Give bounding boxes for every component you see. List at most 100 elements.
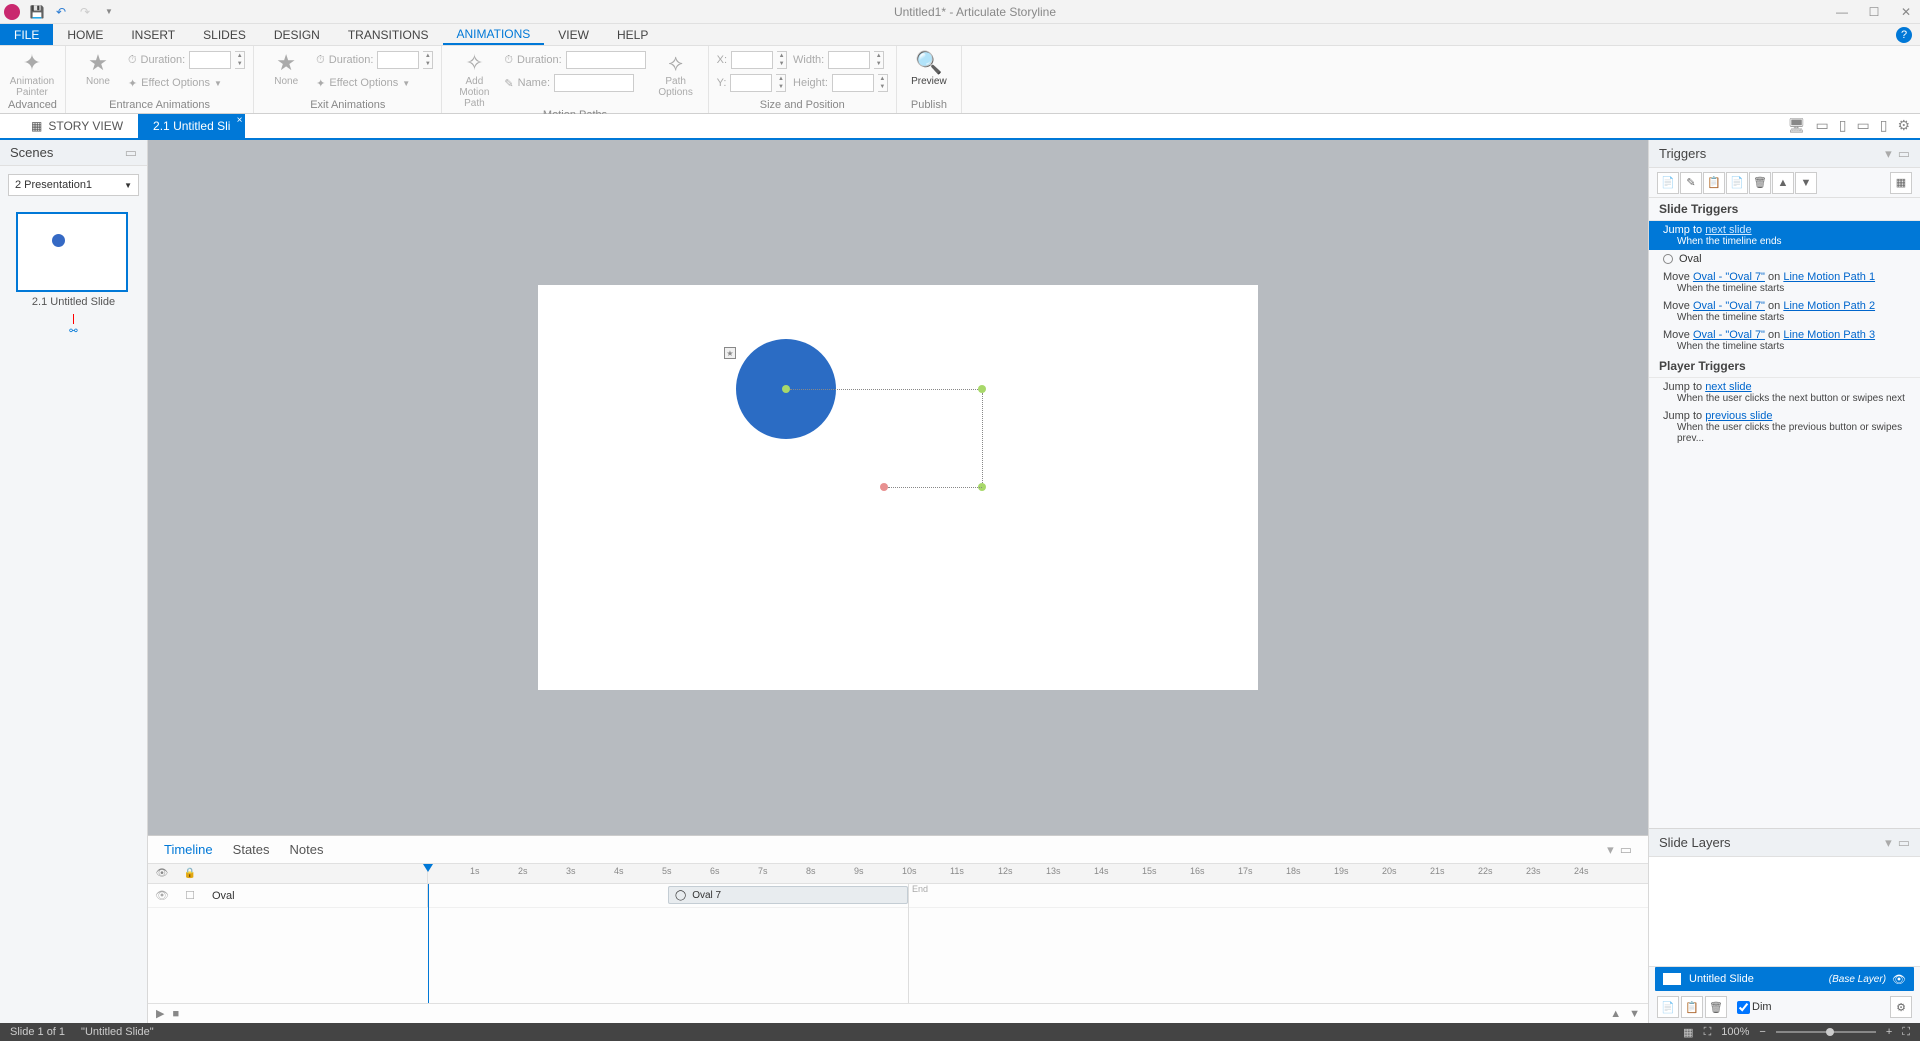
add-motion-path-button[interactable]: ✧ Add Motion Path [450,50,498,109]
exit-duration-input[interactable] [377,51,419,69]
paste-trigger-button[interactable]: 📄 [1726,172,1748,194]
trigger-object-oval[interactable]: Oval [1649,250,1920,268]
settings-icon[interactable]: ⚙ [1897,117,1910,134]
menu-view[interactable]: VIEW [544,24,603,45]
timeline-menu-icon[interactable]: ▾ [1607,842,1614,858]
zoom-in-button[interactable]: + [1886,1026,1892,1038]
motion-path-2[interactable] [982,393,983,485]
motion-name-input[interactable] [554,74,634,92]
slide-tab[interactable]: 2.1 Untitled Sli × [138,114,245,138]
motion-path-3[interactable] [888,487,982,488]
oval-link[interactable]: Oval - "Oval 7" [1693,271,1765,283]
lock-column-icon[interactable]: 🔒 [176,868,204,879]
preview-button[interactable]: 🔍 Preview [905,50,953,87]
add-layer-button[interactable]: 📄 [1657,996,1679,1018]
motion-duration-input[interactable] [566,51,646,69]
edit-trigger-button[interactable]: ✎ [1680,172,1702,194]
timeline-undock-icon[interactable]: ▭ [1620,842,1632,858]
path1-link[interactable]: Line Motion Path 1 [1783,271,1875,283]
zoom-out-timeline[interactable]: ▲ [1610,1008,1621,1020]
move-up-button[interactable]: ▲ [1772,172,1794,194]
phone-portrait-icon[interactable]: ▯ [1880,117,1888,134]
delete-layer-button[interactable]: 🗑 [1705,996,1727,1018]
fit-icon[interactable]: ⛶ [1704,1026,1712,1039]
tablet-portrait-icon[interactable]: ▯ [1839,117,1847,134]
save-icon[interactable]: 💾 [28,3,46,21]
trigger-player-prev[interactable]: Jump to previous slide When the user cli… [1649,407,1920,447]
menu-insert[interactable]: INSERT [117,24,189,45]
menu-animations[interactable]: ANIMATIONS [443,24,545,45]
dim-checkbox[interactable] [1737,1001,1750,1014]
animation-painter-button[interactable]: ✦ Animation Painter [8,50,56,98]
oval-link[interactable]: Oval - "Oval 7" [1693,300,1765,312]
layers-menu-icon[interactable]: ▾ [1885,835,1892,851]
menu-help[interactable]: HELP [603,24,662,45]
trigger-move-path2[interactable]: Move Oval - "Oval 7" on Line Motion Path… [1649,297,1920,326]
panel-menu-icon[interactable]: ▭ [125,145,137,161]
tab-timeline[interactable]: Timeline [164,842,213,857]
close-button[interactable]: ✕ [1896,5,1916,19]
play-button[interactable]: ▶ [156,1007,164,1020]
redo-icon[interactable]: ↷ [76,3,94,21]
row-lock-icon[interactable]: ☐ [176,889,204,902]
desktop-view-icon[interactable]: 🖥 [1788,117,1806,134]
previous-slide-link[interactable]: previous slide [1705,410,1772,422]
row-visibility-icon[interactable]: 👁 [148,889,176,902]
path-options-button[interactable]: ⟡ Path Options [652,50,700,98]
stop-button[interactable]: ■ [172,1008,179,1020]
undo-icon[interactable]: ↶ [52,3,70,21]
phone-landscape-icon[interactable]: ▭ [1856,117,1869,134]
minimize-button[interactable]: — [1832,5,1852,19]
trigger-jump-next[interactable]: Jump to next slide When the timeline end… [1649,221,1920,250]
exit-effect-options[interactable]: ✦Effect Options▼ [316,73,433,93]
next-slide-link[interactable]: next slide [1705,224,1751,236]
layer-visibility-icon[interactable]: 👁 [1892,973,1906,986]
tab-states[interactable]: States [233,842,270,857]
motion-path-1[interactable] [790,389,980,390]
path-start-handle[interactable] [782,385,790,393]
next-slide-link[interactable]: next slide [1705,381,1751,393]
copy-trigger-button[interactable]: 📋 [1703,172,1725,194]
zoom-out-button[interactable]: − [1759,1026,1765,1038]
entrance-none-button[interactable]: ★ None [74,50,122,87]
trigger-move-path3[interactable]: Move Oval - "Oval 7" on Line Motion Path… [1649,326,1920,355]
help-icon[interactable]: ? [1896,27,1912,43]
duplicate-layer-button[interactable]: 📋 [1681,996,1703,1018]
height-input[interactable] [832,74,874,92]
path2-link[interactable]: Line Motion Path 2 [1783,300,1875,312]
qat-dropdown-icon[interactable]: ▼ [100,3,118,21]
entrance-duration-input[interactable] [189,51,231,69]
grid-view-icon[interactable]: ▦ [1683,1026,1693,1039]
base-layer-row[interactable]: Untitled Slide (Base Layer) 👁 [1655,967,1914,991]
trigger-player-next[interactable]: Jump to next slide When the user clicks … [1649,378,1920,407]
y-input[interactable] [730,74,772,92]
trigger-move-path1[interactable]: Move Oval - "Oval 7" on Line Motion Path… [1649,268,1920,297]
move-down-button[interactable]: ▼ [1795,172,1817,194]
path-end-handle-3[interactable] [880,483,888,491]
path3-link[interactable]: Line Motion Path 3 [1783,329,1875,341]
story-view-tab[interactable]: ▦ STORY VIEW [16,114,138,138]
add-trigger-button[interactable]: 📄 [1657,172,1679,194]
zoom-slider[interactable] [1776,1031,1876,1033]
menu-design[interactable]: DESIGN [260,24,334,45]
timeline-row-oval[interactable]: 👁 ☐ Oval ◯ Oval 7 [148,884,1648,908]
scene-selector[interactable]: 2 Presentation1 ▼ [8,174,139,196]
layer-settings-button[interactable]: ⚙ [1890,996,1912,1018]
x-input[interactable] [731,51,773,69]
entrance-effect-options[interactable]: ✦Effect Options▼ [128,73,245,93]
playhead[interactable] [423,864,433,872]
animation-marker-icon[interactable]: ★ [724,347,736,359]
timeline-clip-oval7[interactable]: ◯ Oval 7 [668,886,908,904]
close-tab-icon[interactable]: × [237,115,243,126]
visibility-column-icon[interactable]: 👁 [148,868,176,879]
slide-canvas[interactable]: ★ [538,285,1258,690]
fit-window-icon[interactable]: ⛶ [1902,1026,1910,1039]
menu-transitions[interactable]: TRANSITIONS [334,24,443,45]
width-input[interactable] [828,51,870,69]
maximize-button[interactable]: ☐ [1864,5,1884,19]
zoom-in-timeline[interactable]: ▼ [1629,1008,1640,1020]
menu-file[interactable]: FILE [0,24,53,45]
exit-none-button[interactable]: ★ None [262,50,310,87]
triggers-undock-icon[interactable]: ▭ [1898,146,1910,162]
layers-undock-icon[interactable]: ▭ [1898,835,1910,851]
